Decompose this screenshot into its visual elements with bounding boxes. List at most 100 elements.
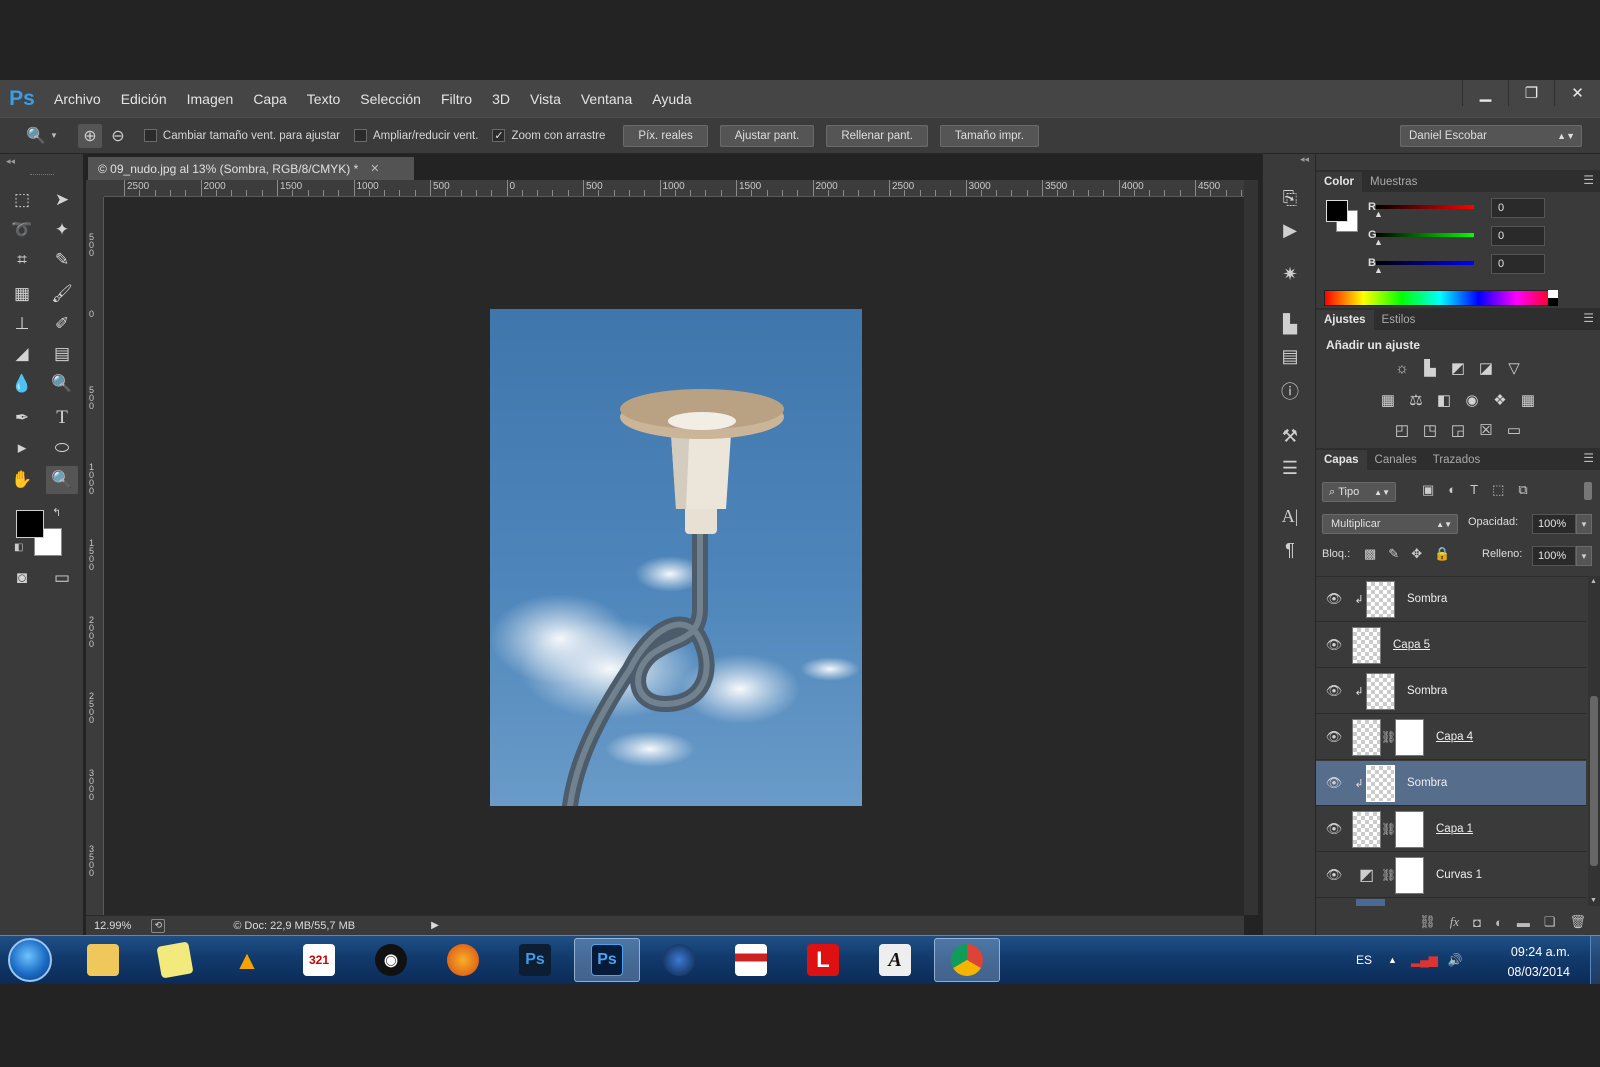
network-icon[interactable]: ▂▄▆ <box>1411 953 1438 967</box>
dodge-tool-icon[interactable]: 🔍 <box>46 370 78 398</box>
layer-row[interactable]: 👁 ⛓ Capa 1 <box>1316 807 1586 852</box>
color-balance-icon[interactable]: ⚖ <box>1406 390 1426 410</box>
visibility-eye-icon[interactable]: 👁 <box>1316 591 1352 607</box>
link-layers-icon[interactable]: ⛓ <box>1419 914 1436 930</box>
zoom-tool-icon[interactable]: 🔍 <box>46 466 78 494</box>
actual-pixels-button[interactable]: Píx. reales <box>623 124 708 147</box>
menu-texto[interactable]: Texto <box>297 91 350 107</box>
layer-row[interactable]: 👁 ↲ Sombra <box>1316 577 1586 622</box>
menu-3d[interactable]: 3D <box>482 91 520 107</box>
invert-icon[interactable]: ◰ <box>1392 420 1412 440</box>
layer-name[interactable]: Capa 5 <box>1393 639 1430 651</box>
menu-capa[interactable]: Capa <box>243 91 296 107</box>
preset-dropdown-arrow-icon[interactable]: ▼ <box>50 131 58 140</box>
menu-archivo[interactable]: Archivo <box>44 91 111 107</box>
add-mask-icon[interactable]: ◘ <box>1473 915 1481 930</box>
layer-row-selected[interactable]: 👁 ↲ Sombra <box>1316 761 1586 806</box>
slider-handle-icon[interactable]: ▲ <box>1374 209 1383 219</box>
tab-canales[interactable]: Canales <box>1367 450 1425 470</box>
document-image[interactable] <box>490 309 862 806</box>
document-tab[interactable]: © 09_nudo.jpg al 13% (Sombra, RGB/8/CMYK… <box>88 157 414 180</box>
brightness-contrast-icon[interactable]: ☼ <box>1392 358 1412 378</box>
exposure-icon[interactable]: ◪ <box>1476 358 1496 378</box>
mask-link-icon[interactable]: ⛓ <box>1381 730 1396 744</box>
hue-saturation-icon[interactable]: ▦ <box>1378 390 1398 410</box>
fill-screen-button[interactable]: Rellenar pant. <box>826 124 928 147</box>
zoom-out-icon[interactable]: ⊖ <box>106 124 130 148</box>
menu-imagen[interactable]: Imagen <box>177 91 244 107</box>
type-tool-icon[interactable]: T <box>46 404 78 432</box>
collapse-panel-icon[interactable]: ◂◂ <box>6 156 15 167</box>
taskbar-vlc[interactable]: ▲ <box>214 938 280 982</box>
lock-all-icon[interactable]: 🔒 <box>1434 546 1450 562</box>
menu-ventana[interactable]: Ventana <box>571 91 642 107</box>
gradient-map-icon[interactable]: ▭ <box>1504 420 1524 440</box>
ruler-origin[interactable] <box>86 180 104 197</box>
filter-toggle[interactable] <box>1584 482 1592 500</box>
filter-pixel-icon[interactable]: ▣ <box>1422 482 1434 498</box>
photo-filter-icon[interactable]: ◉ <box>1462 390 1482 410</box>
channel-r-input[interactable]: 0 <box>1491 198 1545 218</box>
taskbar-firefox[interactable] <box>430 938 496 982</box>
new-group-icon[interactable]: ▬ <box>1517 915 1530 930</box>
color-lookup-icon[interactable]: ▦ <box>1518 390 1538 410</box>
quick-mask-icon[interactable]: ◙ <box>6 564 38 592</box>
clock[interactable]: 09:24 a.m. 08/03/2014 <box>1507 942 1570 982</box>
taskbar-font-app[interactable]: A <box>862 938 928 982</box>
new-layer-icon[interactable]: ❏ <box>1544 914 1556 930</box>
histogram-panel-icon[interactable]: ▙ <box>1263 314 1317 335</box>
status-menu-arrow-icon[interactable]: ▶ <box>431 920 439 931</box>
lasso-tool-icon[interactable]: ➰ <box>6 216 38 244</box>
vibrance-icon[interactable]: ▽ <box>1504 358 1524 378</box>
layer-comps-icon[interactable]: ▤ <box>1263 346 1317 367</box>
magic-wand-icon[interactable]: ✦ <box>46 216 78 244</box>
mask-link-icon[interactable]: ⛓ <box>1381 822 1396 836</box>
eyedropper-icon[interactable]: ✎ <box>46 246 78 274</box>
document-status-icon[interactable]: ⟲ <box>151 918 166 933</box>
scroll-up-icon[interactable]: ▲ <box>1590 578 1597 585</box>
zoom-level[interactable]: 12.99% <box>94 920 131 932</box>
layer-name[interactable]: Capa 1 <box>1436 823 1473 835</box>
ellipse-tool-icon[interactable]: ⬭ <box>46 434 78 462</box>
layer-row[interactable]: 👁 ◩ ⛓ Curvas 1 <box>1316 853 1586 898</box>
tab-estilos[interactable]: Estilos <box>1374 310 1424 330</box>
taskbar-chrome[interactable] <box>934 938 1000 982</box>
tab-color[interactable]: Color <box>1316 172 1363 192</box>
lock-position-icon[interactable]: ✥ <box>1411 546 1422 562</box>
filter-adjustment-icon[interactable]: ◐ <box>1448 482 1456 498</box>
tool-presets-icon[interactable]: ⚒ <box>1263 426 1317 447</box>
brush-tool-icon[interactable]: 🖌 <box>46 280 78 308</box>
foreground-color-swatch[interactable] <box>1326 200 1348 222</box>
screen-mode-icon[interactable]: ▭ <box>46 564 78 592</box>
swap-colors-icon[interactable]: ↰ <box>52 506 61 519</box>
taskbar-sticky-notes[interactable] <box>142 938 208 982</box>
filter-shape-icon[interactable]: ⬚ <box>1492 482 1504 498</box>
zoom-tool-preset-icon[interactable]: 🔍 <box>24 124 48 148</box>
resize-windows-checkbox[interactable]: Cambiar tamaño vent. para ajustar <box>143 129 340 142</box>
channel-r-slider[interactable] <box>1376 205 1474 209</box>
show-hidden-icons-icon[interactable]: ▲ <box>1388 955 1397 965</box>
menu-ayuda[interactable]: Ayuda <box>642 91 701 107</box>
threshold-icon[interactable]: ◲ <box>1448 420 1468 440</box>
filter-type-icon[interactable]: T <box>1470 482 1478 498</box>
zoom-all-windows-checkbox[interactable]: Ampliar/reducir vent. <box>353 129 478 142</box>
channel-b-slider[interactable] <box>1376 261 1474 265</box>
panel-menu-icon[interactable]: ☰ <box>1583 451 1594 465</box>
selective-color-icon[interactable]: ☒ <box>1476 420 1496 440</box>
marquee-tool-icon[interactable]: ⬚ <box>6 186 38 214</box>
visibility-eye-icon[interactable]: 👁 <box>1316 867 1352 883</box>
print-size-button[interactable]: Tamaño impr. <box>939 124 1039 147</box>
start-button[interactable] <box>8 938 52 982</box>
crop-tool-icon[interactable]: ⌗ <box>6 246 38 274</box>
mask-link-icon[interactable]: ⛓ <box>1381 868 1396 882</box>
layer-mask-thumbnail[interactable] <box>1395 856 1424 894</box>
panel-grip[interactable] <box>30 174 54 176</box>
fit-screen-button[interactable]: Ajustar pant. <box>719 124 815 147</box>
blur-tool-icon[interactable]: 💧 <box>6 370 38 398</box>
channel-g-slider[interactable] <box>1376 233 1474 237</box>
layer-mask-thumbnail[interactable] <box>1395 810 1424 848</box>
taskbar-explorer[interactable] <box>70 938 136 982</box>
scrollbar-thumb[interactable] <box>1590 696 1598 866</box>
taskbar-photoshop-2[interactable]: Ps <box>574 938 640 982</box>
volume-icon[interactable]: 🔊 <box>1448 953 1463 967</box>
